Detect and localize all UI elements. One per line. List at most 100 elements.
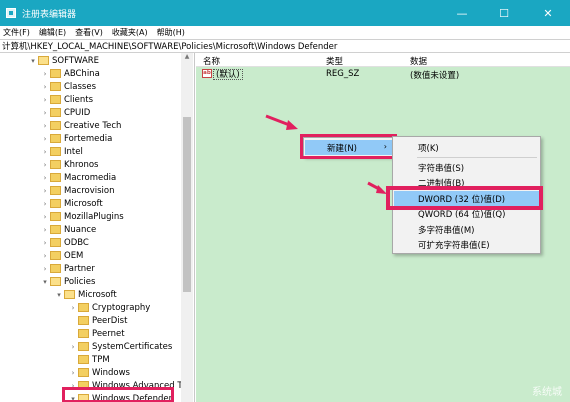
folder-icon — [78, 355, 89, 364]
chevron-right-icon[interactable]: › — [40, 239, 50, 247]
menu-item-expandable-string-value[interactable]: 可扩充字符串值(E) — [394, 237, 540, 252]
column-data[interactable]: 数据 — [410, 55, 427, 67]
chevron-right-icon[interactable]: › — [40, 226, 50, 234]
tree-item[interactable]: › SystemCertificates — [68, 340, 173, 353]
value-data: (数值未设置) — [410, 71, 460, 81]
tree-item[interactable]: › CPUID — [40, 106, 91, 119]
tree-scrollbar[interactable]: ▲ — [181, 53, 193, 402]
folder-icon — [50, 212, 61, 221]
address-bar[interactable]: 计算机\HKEY_LOCAL_MACHINE\SOFTWARE\Policies… — [0, 39, 570, 53]
scrollbar-thumb[interactable] — [183, 117, 191, 292]
chevron-right-icon[interactable]: › — [40, 83, 50, 91]
tree-item[interactable]: PeerDist — [68, 314, 127, 327]
menu-item-key[interactable]: 项(K) — [394, 140, 540, 155]
folder-icon — [50, 160, 61, 169]
tree-item-microsoft[interactable]: ▾ Microsoft — [54, 288, 116, 301]
value-type: REG_SZ — [326, 69, 360, 79]
menu-item-string-value[interactable]: 字符串值(S) — [394, 160, 540, 175]
tree-item[interactable]: › Intel — [40, 145, 83, 158]
tree-item[interactable]: › OEM — [40, 249, 84, 262]
tree-item[interactable]: › ODBC — [40, 236, 89, 249]
tree-item-software[interactable]: ▾ SOFTWARE — [28, 54, 99, 67]
folder-icon — [50, 82, 61, 91]
tree-item[interactable]: › Creative Tech — [40, 119, 122, 132]
close-button[interactable]: ✕ — [528, 0, 568, 26]
tree-item-policies[interactable]: ▾ Policies — [40, 275, 95, 288]
scroll-up-arrow-icon[interactable]: ▲ — [181, 53, 193, 63]
pointer-arrow-1 — [265, 114, 298, 130]
maximize-button[interactable]: ☐ — [484, 0, 524, 26]
chevron-down-icon[interactable]: ▾ — [40, 278, 50, 286]
column-type[interactable]: 类型 — [326, 55, 343, 67]
tree-item[interactable]: › MozillaPlugins — [40, 210, 124, 223]
chevron-right-icon[interactable]: › — [40, 213, 50, 221]
title-bar: 注册表编辑器 — ☐ ✕ — [0, 0, 570, 26]
string-value-icon: ab — [202, 69, 212, 78]
menu-edit[interactable]: 编辑(E) — [39, 27, 66, 38]
tree-item[interactable]: › Macromedia — [40, 171, 117, 184]
regedit-app-icon — [6, 8, 16, 18]
chevron-right-icon[interactable]: › — [40, 135, 50, 143]
folder-icon — [78, 316, 89, 325]
tree-item[interactable]: › Classes — [40, 80, 96, 93]
windows-defender-highlight-box — [62, 387, 174, 402]
chevron-right-icon[interactable]: › — [40, 122, 50, 130]
tree-item[interactable]: › Macrovision — [40, 184, 115, 197]
chevron-right-icon[interactable]: › — [40, 109, 50, 117]
minimize-button[interactable]: — — [442, 0, 482, 26]
chevron-right-icon[interactable]: › — [40, 96, 50, 104]
chevron-right-icon[interactable]: › — [40, 187, 50, 195]
values-header: 名称 类型 数据 — [196, 53, 570, 67]
tree-item[interactable]: › Partner — [40, 262, 95, 275]
registry-tree: ▾ SOFTWARE › ABChina › Classes › Clients › C… — [0, 53, 195, 402]
tree-item[interactable]: TPM — [68, 353, 110, 366]
folder-icon — [50, 121, 61, 130]
address-path[interactable]: 计算机\HKEY_LOCAL_MACHINE\SOFTWARE\Policies… — [2, 40, 337, 52]
chevron-right-icon[interactable]: › — [68, 369, 78, 377]
folder-icon — [50, 264, 61, 273]
folder-icon — [78, 368, 89, 377]
menu-item-multi-string-value[interactable]: 多字符串值(M) — [394, 222, 540, 237]
folder-icon — [50, 199, 61, 208]
tree-item[interactable]: › Clients — [40, 93, 93, 106]
folder-icon — [78, 329, 89, 338]
folder-icon — [50, 95, 61, 104]
chevron-right-icon[interactable]: › — [40, 70, 50, 78]
chevron-right-icon[interactable]: › — [40, 174, 50, 182]
chevron-right-icon[interactable]: › — [40, 200, 50, 208]
chevron-down-icon[interactable]: ▾ — [54, 291, 64, 299]
folder-icon — [50, 186, 61, 195]
tree-item[interactable]: › Windows — [68, 366, 130, 379]
folder-icon — [78, 303, 89, 312]
menu-favorites[interactable]: 收藏夹(A) — [112, 27, 148, 38]
folder-icon — [50, 225, 61, 234]
folder-icon — [50, 147, 61, 156]
menu-help[interactable]: 帮助(H) — [157, 27, 185, 38]
folder-icon — [50, 134, 61, 143]
chevron-right-icon[interactable]: › — [68, 343, 78, 351]
tree-item[interactable]: › Fortemedia — [40, 132, 113, 145]
tree-item[interactable]: › Nuance — [40, 223, 97, 236]
chevron-right-icon[interactable]: › — [40, 148, 50, 156]
value-name: (默认) — [213, 69, 243, 80]
chevron-right-icon[interactable]: › — [68, 304, 78, 312]
folder-icon — [64, 290, 75, 299]
tree-item[interactable]: Peernet — [68, 327, 125, 340]
chevron-right-icon[interactable]: › — [40, 252, 50, 260]
menu-file[interactable]: 文件(F) — [3, 27, 30, 38]
folder-icon — [50, 108, 61, 117]
value-row-default[interactable]: ab (默认) REG_SZ (数值未设置) — [196, 67, 570, 81]
tree-item[interactable]: › Khronos — [40, 158, 99, 171]
chevron-down-icon[interactable]: ▾ — [28, 57, 38, 65]
folder-icon — [78, 342, 89, 351]
watermark: 系统城 — [532, 387, 562, 398]
column-name[interactable]: 名称 — [203, 55, 220, 67]
tree-item[interactable]: › Microsoft — [40, 197, 103, 210]
chevron-right-icon[interactable]: › — [40, 161, 50, 169]
tree-item[interactable]: › ABChina — [40, 67, 100, 80]
menu-view[interactable]: 查看(V) — [75, 27, 103, 38]
tree-item[interactable]: › Cryptography — [68, 301, 151, 314]
window-title: 注册表编辑器 — [22, 9, 77, 20]
chevron-right-icon[interactable]: › — [40, 265, 50, 273]
folder-icon — [50, 69, 61, 78]
